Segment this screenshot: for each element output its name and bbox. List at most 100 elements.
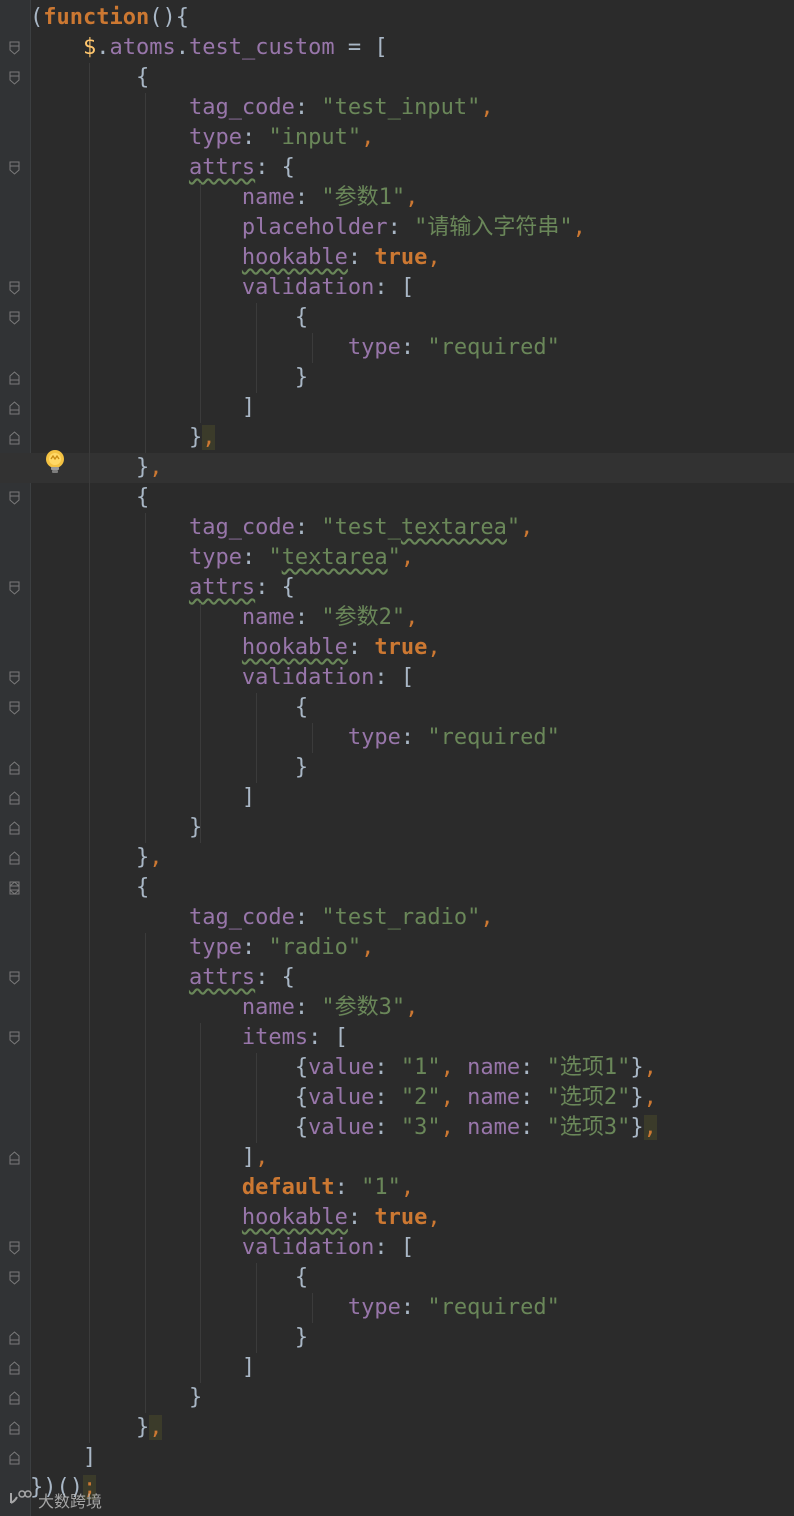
indent-guide — [312, 333, 313, 363]
code-line[interactable]: ] — [0, 783, 794, 813]
code-line-text: } — [30, 815, 203, 840]
code-line[interactable]: }, — [0, 453, 794, 483]
indent-guide — [200, 183, 202, 423]
logo-icon — [8, 1489, 32, 1511]
code-line[interactable]: hookable: true, — [0, 1203, 794, 1233]
code-line-text: }, — [30, 845, 163, 870]
code-line-text: tag_code: "test_textarea", — [188, 515, 534, 540]
code-line-text: validation: [ — [241, 275, 415, 300]
code-line-text: type: "textarea", — [188, 545, 415, 570]
code-line-text: hookable: true, — [241, 635, 441, 660]
indent-guide — [88, 63, 90, 1443]
code-line[interactable]: { — [0, 303, 794, 333]
code-line-text: } — [30, 755, 309, 780]
code-line[interactable]: ] — [0, 1443, 794, 1473]
code-line-text: {value: "2", name: "选项2"}, — [30, 1085, 657, 1110]
code-line-text: type: "required" — [347, 725, 560, 750]
watermark-text: 大数跨境 — [38, 1492, 103, 1511]
code-line[interactable]: } — [0, 813, 794, 843]
code-line[interactable]: ] — [0, 393, 794, 423]
indent-guide — [144, 93, 146, 453]
code-line-text: ] — [30, 1445, 97, 1470]
code-line-text: ] — [30, 785, 256, 810]
code-line[interactable]: { — [0, 873, 794, 903]
code-line-text: { — [30, 1265, 309, 1290]
code-line[interactable]: attrs: { — [0, 963, 794, 993]
indent-guide — [256, 303, 258, 393]
indent-guide — [312, 1293, 313, 1323]
code-line-text: tag_code: "test_radio", — [188, 905, 494, 930]
code-line[interactable]: {value: "3", name: "选项3"}, — [0, 1113, 794, 1143]
code-line[interactable]: }, — [0, 423, 794, 453]
code-line-text: }, — [30, 1415, 163, 1440]
code-line-text: } — [30, 365, 309, 390]
code-line[interactable]: attrs: { — [0, 153, 794, 183]
code-line[interactable]: type: "radio", — [0, 933, 794, 963]
code-line-text: items: [ — [241, 1025, 348, 1050]
code-line[interactable]: attrs: { — [0, 573, 794, 603]
code-line[interactable]: tag_code: "test_input", — [0, 93, 794, 123]
lightbulb-icon[interactable] — [44, 448, 66, 478]
code-line[interactable]: { — [0, 483, 794, 513]
code-line[interactable]: })(); — [0, 1473, 794, 1503]
code-line[interactable]: } — [0, 363, 794, 393]
code-line-text: attrs: { — [188, 155, 295, 180]
code-line[interactable]: } — [0, 1383, 794, 1413]
code-line[interactable]: { — [0, 1263, 794, 1293]
indent-guide — [144, 513, 146, 843]
code-line[interactable]: (function(){ — [0, 3, 794, 33]
code-line-text: type: "input", — [188, 125, 375, 150]
code-line-text: } — [30, 1385, 203, 1410]
code-line[interactable]: hookable: true, — [0, 633, 794, 663]
code-line[interactable]: { — [0, 63, 794, 93]
code-line[interactable]: ] — [0, 1353, 794, 1383]
code-line[interactable]: validation: [ — [0, 273, 794, 303]
code-line[interactable]: tag_code: "test_textarea", — [0, 513, 794, 543]
code-line[interactable]: validation: [ — [0, 1233, 794, 1263]
code-line-text: placeholder: "请输入字符串", — [241, 215, 586, 240]
code-line-text: type: "required" — [347, 1295, 560, 1320]
indent-guide — [256, 693, 258, 783]
code-line[interactable]: name: "参数2", — [0, 603, 794, 633]
indent-guide — [200, 1023, 202, 1383]
code-line-text: attrs: { — [188, 575, 295, 600]
code-line-text: ] — [30, 395, 256, 420]
code-line-text: {value: "3", name: "选项3"}, — [30, 1115, 657, 1140]
code-line[interactable]: tag_code: "test_radio", — [0, 903, 794, 933]
code-line-text: validation: [ — [241, 1235, 415, 1260]
code-line[interactable]: }, — [0, 1413, 794, 1443]
code-line[interactable]: name: "参数3", — [0, 993, 794, 1023]
code-line[interactable]: validation: [ — [0, 663, 794, 693]
indent-guide — [312, 723, 313, 753]
code-line[interactable]: } — [0, 753, 794, 783]
code-line[interactable]: default: "1", — [0, 1173, 794, 1203]
code-line[interactable]: }, — [0, 843, 794, 873]
code-line[interactable]: {value: "2", name: "选项2"}, — [0, 1083, 794, 1113]
code-line[interactable]: type: "input", — [0, 123, 794, 153]
indent-guide — [200, 603, 202, 843]
code-line-text: type: "radio", — [188, 935, 375, 960]
code-line[interactable]: ], — [0, 1143, 794, 1173]
indent-guide — [256, 1053, 258, 1143]
code-line[interactable]: items: [ — [0, 1023, 794, 1053]
code-line-text: ], — [30, 1145, 269, 1170]
code-line[interactable]: {value: "1", name: "选项1"}, — [0, 1053, 794, 1083]
code-line[interactable]: placeholder: "请输入字符串", — [0, 213, 794, 243]
code-line[interactable]: type: "textarea", — [0, 543, 794, 573]
code-line[interactable]: name: "参数1", — [0, 183, 794, 213]
code-line-text: type: "required" — [347, 335, 560, 360]
code-line[interactable]: $.atoms.test_custom = [ — [0, 33, 794, 63]
code-line-text: hookable: true, — [241, 245, 441, 270]
code-editor[interactable]: (function(){ $.atoms.test_custom = [ { t… — [0, 0, 794, 1516]
code-line-text: (function(){ — [30, 5, 189, 30]
code-line[interactable]: } — [0, 1323, 794, 1353]
code-line-text: $.atoms.test_custom = [ — [82, 35, 388, 60]
code-line[interactable]: hookable: true, — [0, 243, 794, 273]
code-line[interactable]: type: "required" — [0, 333, 794, 363]
code-line[interactable]: type: "required" — [0, 1293, 794, 1323]
code-line-text: hookable: true, — [241, 1205, 441, 1230]
code-line-text: default: "1", — [241, 1175, 415, 1200]
code-line[interactable]: type: "required" — [0, 723, 794, 753]
code-line[interactable]: { — [0, 693, 794, 723]
code-line-text: validation: [ — [241, 665, 415, 690]
